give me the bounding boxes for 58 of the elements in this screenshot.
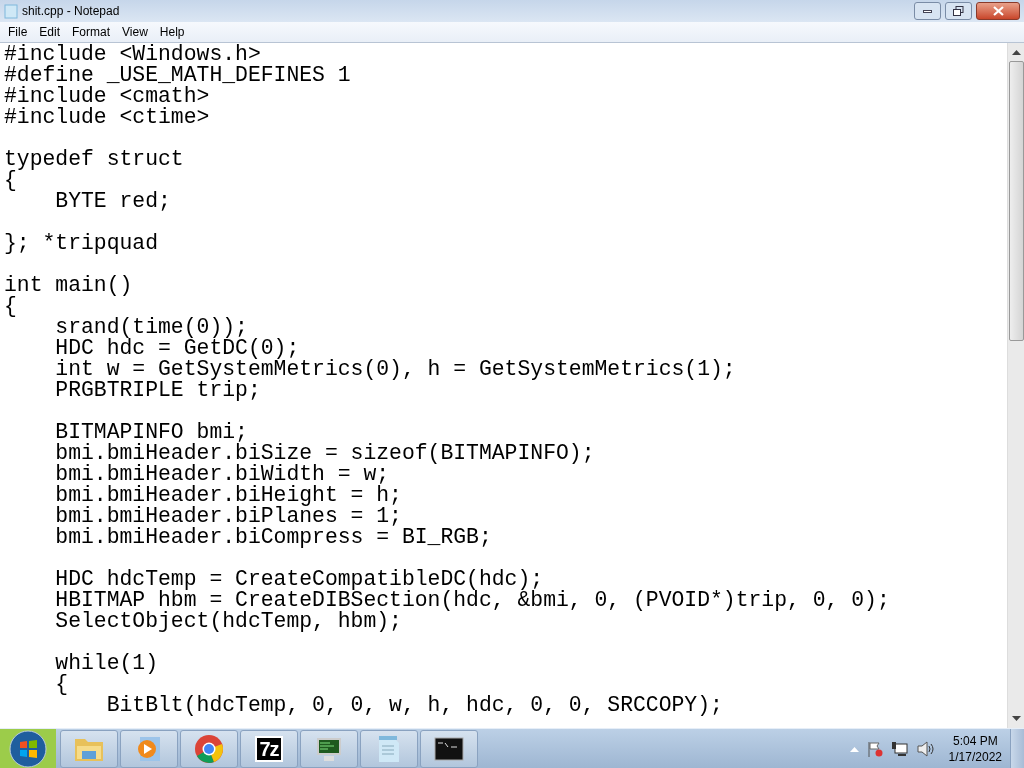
vertical-scrollbar[interactable] — [1007, 43, 1024, 728]
code-line: bmi.bmiHeader.biPlanes = 1; — [54, 506, 403, 527]
taskbar-button[interactable]: 7z — [240, 729, 298, 768]
code-line: int w = GetSystemMetrics(0), h = GetSystemMetrics(1); — [54, 359, 737, 380]
code-line: BITMAPINFO bmi; — [54, 422, 248, 443]
restore-button[interactable] — [945, 2, 972, 20]
code-line: PRGBTRIPLE trip; — [54, 380, 261, 401]
menu-item[interactable]: Edit — [33, 23, 67, 41]
menu-item[interactable]: File — [2, 23, 34, 41]
chrome-icon — [194, 733, 224, 764]
window-title: shit.cpp - Notepad — [22, 3, 120, 20]
code-line: bmi.bmiHeader.biHeight = h; — [54, 485, 403, 506]
code-line: bmi.bmiHeader.biCompress = BI_RGB; — [54, 527, 493, 548]
play-icon — [136, 734, 162, 763]
code-line: }; *tripquad — [4, 233, 160, 254]
code-line: #include <Windows.h> — [4, 44, 262, 65]
minimize-button[interactable] — [914, 2, 941, 20]
code-line: { — [4, 296, 18, 317]
code-line: int main() — [4, 275, 134, 296]
notepad-icon — [376, 733, 402, 764]
code-line: HBITMAP hbm = CreateDIBSection(hdc, &bmi, 0, (PVOID*)trip, 0, 0); — [54, 590, 891, 611]
clock-date: 1/17/2022 — [948, 748, 1002, 765]
code-line: BitBlt(hdcTemp, 0, 0, w, h, hdc, 0, 0, SRCCOPY); — [105, 695, 724, 716]
code-line: { — [4, 170, 17, 191]
network-icon[interactable] — [890, 740, 909, 757]
code-line: BYTE red; — [54, 191, 172, 212]
notepad-icon — [4, 3, 18, 19]
code-line: #include <ctime> — [4, 107, 211, 128]
clock-time: 5:04 PM — [952, 732, 998, 749]
flag-icon[interactable] — [866, 740, 883, 757]
volume-icon[interactable] — [916, 740, 935, 757]
code-line: HDC hdc = GetDC(0); — [54, 338, 300, 359]
restore-icon — [953, 6, 964, 16]
start-button[interactable] — [9, 729, 47, 768]
scroll-down-icon — [1011, 716, 1021, 722]
code-line: bmi.bmiHeader.biSize = sizeof(BITMAPINFO); — [54, 443, 596, 464]
code-line: typedef struct — [4, 149, 185, 170]
close-icon — [992, 6, 1004, 16]
menu-item[interactable]: Format — [66, 23, 117, 41]
taskbar-button[interactable] — [300, 729, 358, 768]
code-line: srand(time(0)); — [54, 317, 248, 338]
close-button[interactable] — [976, 2, 1020, 20]
code-line: #include <cmath> — [4, 86, 211, 107]
clock[interactable]: 5:04 PM 1/17/2022 — [940, 732, 1010, 765]
taskbar-button[interactable] — [420, 729, 478, 768]
code-line: SelectObject(hdcTemp, hbm); — [54, 611, 402, 632]
code-line: { — [54, 674, 69, 695]
scroll-thumb[interactable] — [1008, 61, 1024, 341]
menu-item[interactable]: Help — [153, 23, 191, 41]
code-line: #define _USE_MATH_DEFINES 1 — [4, 65, 352, 86]
code-line: bmi.bmiHeader.biWidth = w; — [54, 464, 390, 485]
minimize-icon — [923, 9, 932, 13]
sevenzip-logo: 7z — [255, 735, 283, 762]
scroll-up-icon — [1011, 49, 1021, 55]
menu-item[interactable]: View — [116, 23, 154, 41]
code-line: HDC hdcTemp = CreateCompatibleDC(hdc); — [54, 569, 544, 590]
code-line: while(1) — [54, 653, 160, 674]
console-icon — [434, 736, 464, 761]
